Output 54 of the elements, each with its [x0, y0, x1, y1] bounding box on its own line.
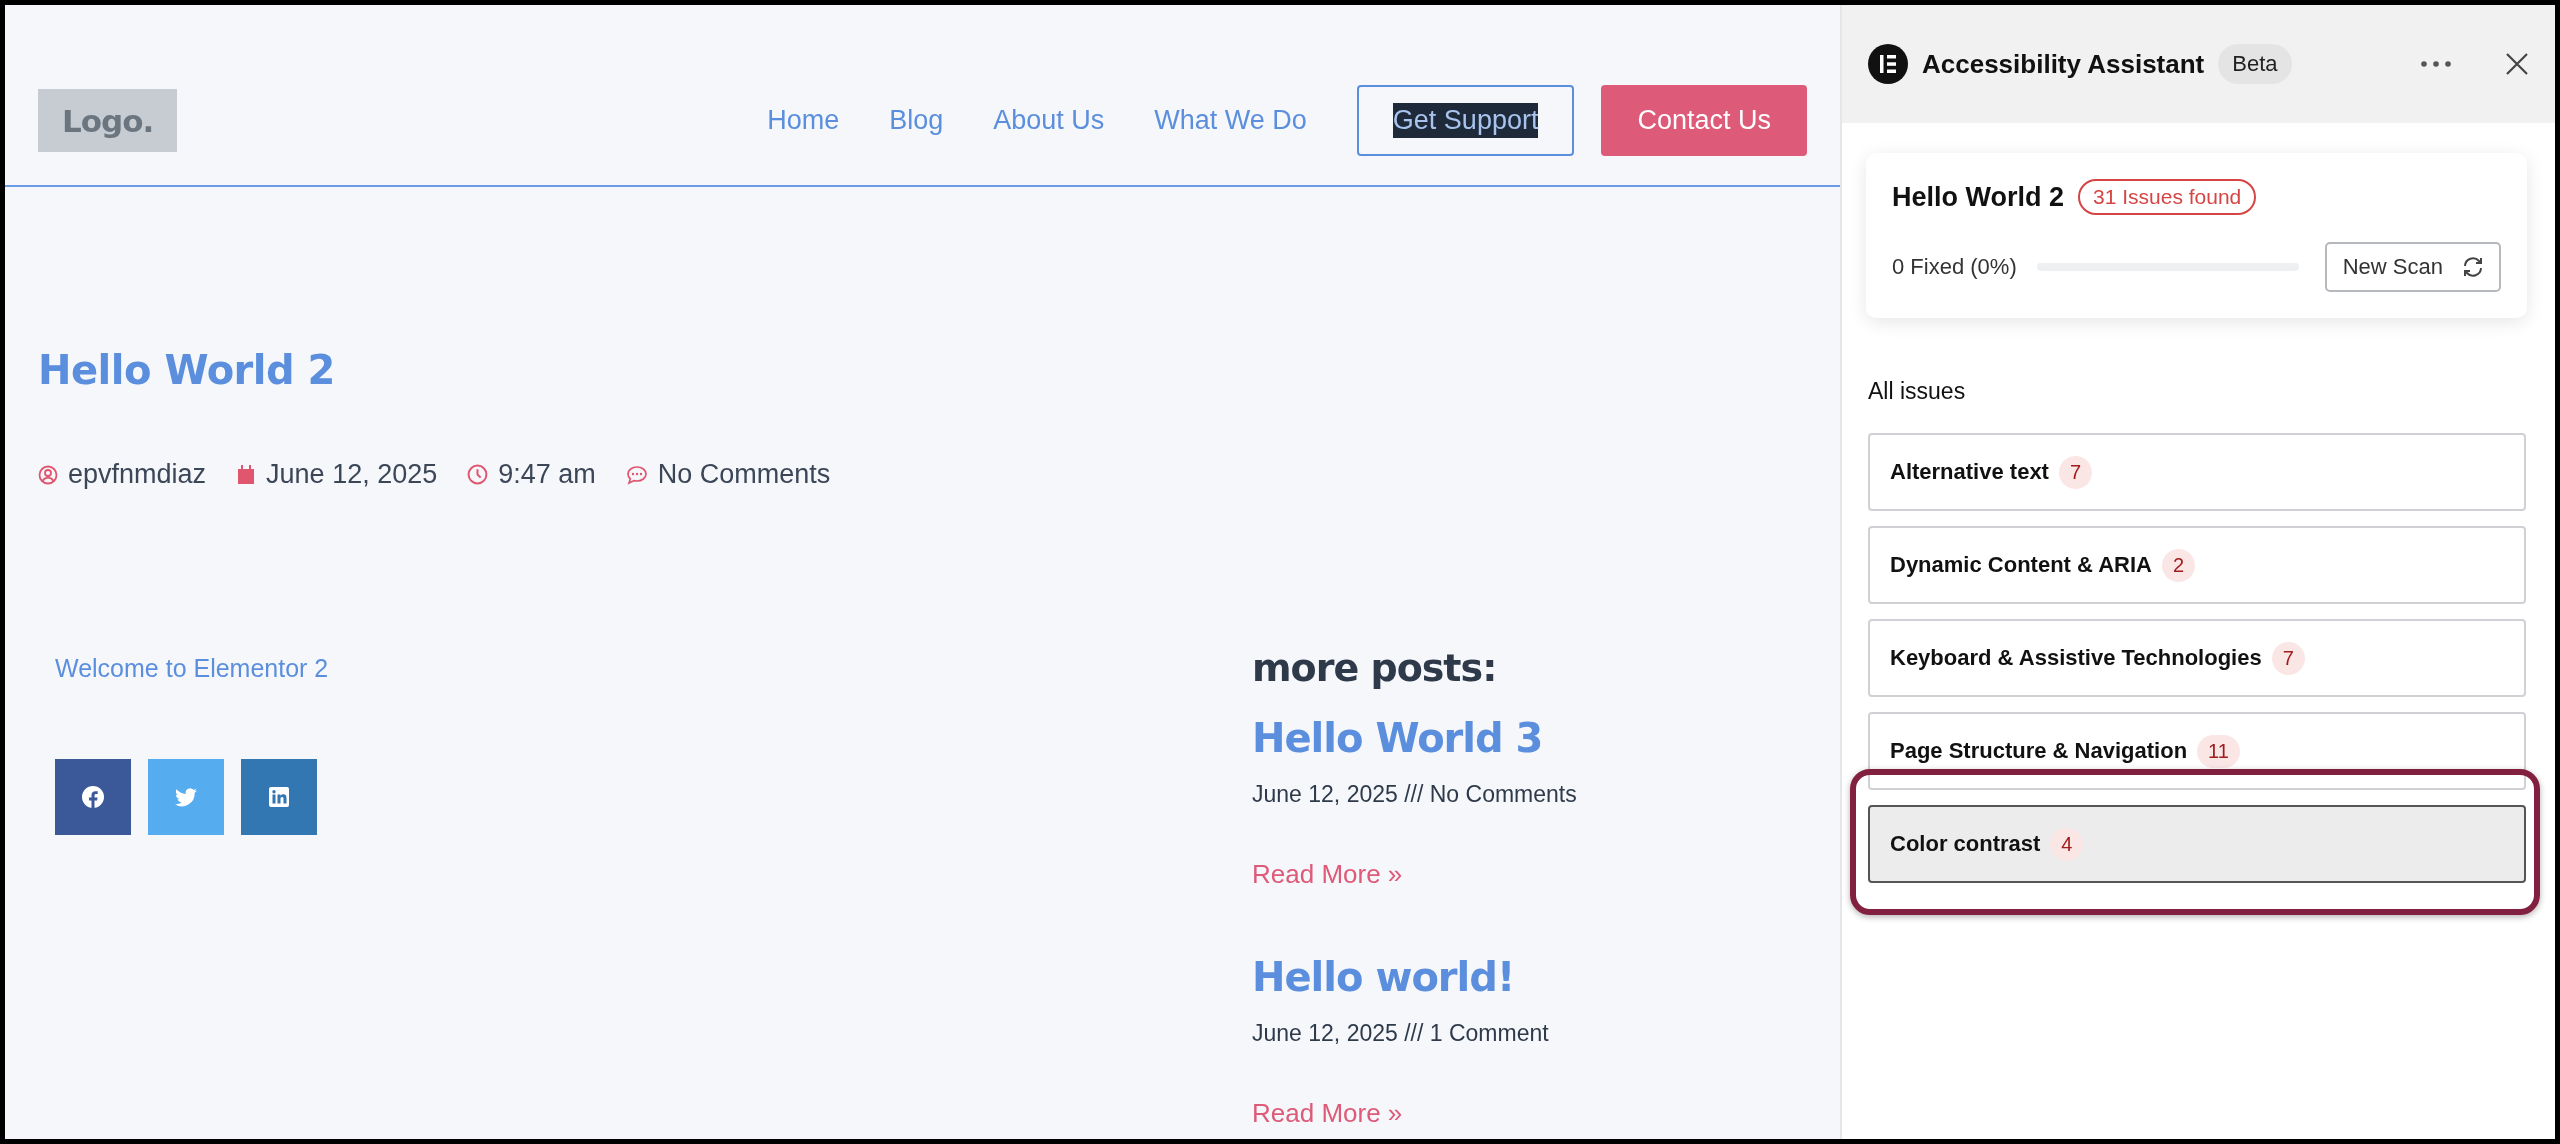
close-icon[interactable] — [2505, 52, 2529, 76]
facebook-icon — [81, 785, 105, 809]
nav-link[interactable]: About Us — [993, 104, 1105, 136]
panel-title: Accessibility Assistant — [1922, 48, 2205, 80]
post-meta-text: June 12, 2025 /// 1 Comment — [1252, 1020, 1550, 1047]
calendar-icon — [236, 463, 257, 486]
issue-category-item[interactable]: Color contrast 4 — [1868, 805, 2526, 883]
issue-count-badge: 7 — [2271, 641, 2305, 675]
post-body-text: Welcome to Elementor 2 — [55, 654, 330, 683]
issue-category-label: Dynamic Content & ARIA — [1890, 552, 2152, 578]
post-meta-text: June 12, 2025 — [266, 459, 438, 490]
user-icon — [38, 464, 58, 485]
logo[interactable]: Logo. — [38, 88, 178, 152]
contact-button[interactable]: Contact Us — [1601, 84, 1807, 156]
refresh-icon — [2461, 255, 2485, 279]
fixed-count-text: 0 Fixed (0%) — [1892, 254, 2017, 280]
more-options-icon[interactable] — [2421, 61, 2451, 67]
post-title-link[interactable]: Hello world! — [1252, 954, 1577, 1000]
new-scan-button[interactable]: New Scan — [2324, 242, 2501, 292]
post-meta-text: epvfnmdiaz — [68, 459, 207, 490]
issue-category-item[interactable]: Dynamic Content & ARIA 2 — [1868, 526, 2526, 604]
issue-category-item[interactable]: Alternative text 7 — [1868, 433, 2526, 511]
nav-link[interactable]: Home — [767, 104, 840, 136]
issue-count-badge: 2 — [2162, 548, 2196, 582]
more-posts-heading: more posts: — [1252, 646, 1498, 690]
issue-count-badge: 11 — [2197, 734, 2240, 768]
read-more-link[interactable]: Read More » — [1252, 859, 1577, 890]
nav-link[interactable]: What We Do — [1154, 104, 1307, 136]
issue-category-label: Keyboard & Assistive Technologies — [1890, 645, 2262, 671]
scanned-page-title: Hello World 2 — [1892, 181, 2065, 213]
post-meta-text: No Comments — [657, 459, 831, 490]
beta-badge: Beta — [2218, 44, 2292, 84]
issue-category-label: Page Structure & Navigation — [1890, 738, 2188, 764]
app-logo-icon — [1868, 44, 1908, 84]
speech-bubble-icon — [625, 464, 648, 485]
nav-link[interactable]: Blog — [889, 104, 944, 136]
post-meta-text: June 12, 2025 /// No Comments — [1252, 781, 1577, 808]
linkedin-icon — [267, 785, 291, 809]
post-meta-text: 9:47 am — [498, 459, 596, 490]
all-issues-heading: All issues — [1868, 378, 1967, 405]
issue-category-item[interactable]: Keyboard & Assistive Technologies 7 — [1868, 619, 2526, 697]
post-title: Hello World 2 — [38, 347, 336, 393]
post-title-link[interactable]: Hello World 3 — [1252, 715, 1577, 761]
issue-count-badge: 7 — [2058, 455, 2093, 489]
bird-icon — [174, 785, 198, 809]
share-button[interactable] — [55, 759, 131, 835]
share-button[interactable] — [241, 759, 317, 835]
clock-icon — [467, 464, 489, 485]
issues-found-badge: 31 Issues found — [2078, 179, 2257, 215]
issue-category-item[interactable]: Page Structure & Navigation 11 — [1868, 712, 2526, 790]
issue-count-badge: 4 — [2050, 827, 2084, 861]
read-more-link[interactable]: Read More » — [1252, 1098, 1577, 1129]
issue-category-label: Alternative text — [1890, 459, 2049, 485]
issue-category-label: Color contrast — [1890, 831, 2041, 857]
